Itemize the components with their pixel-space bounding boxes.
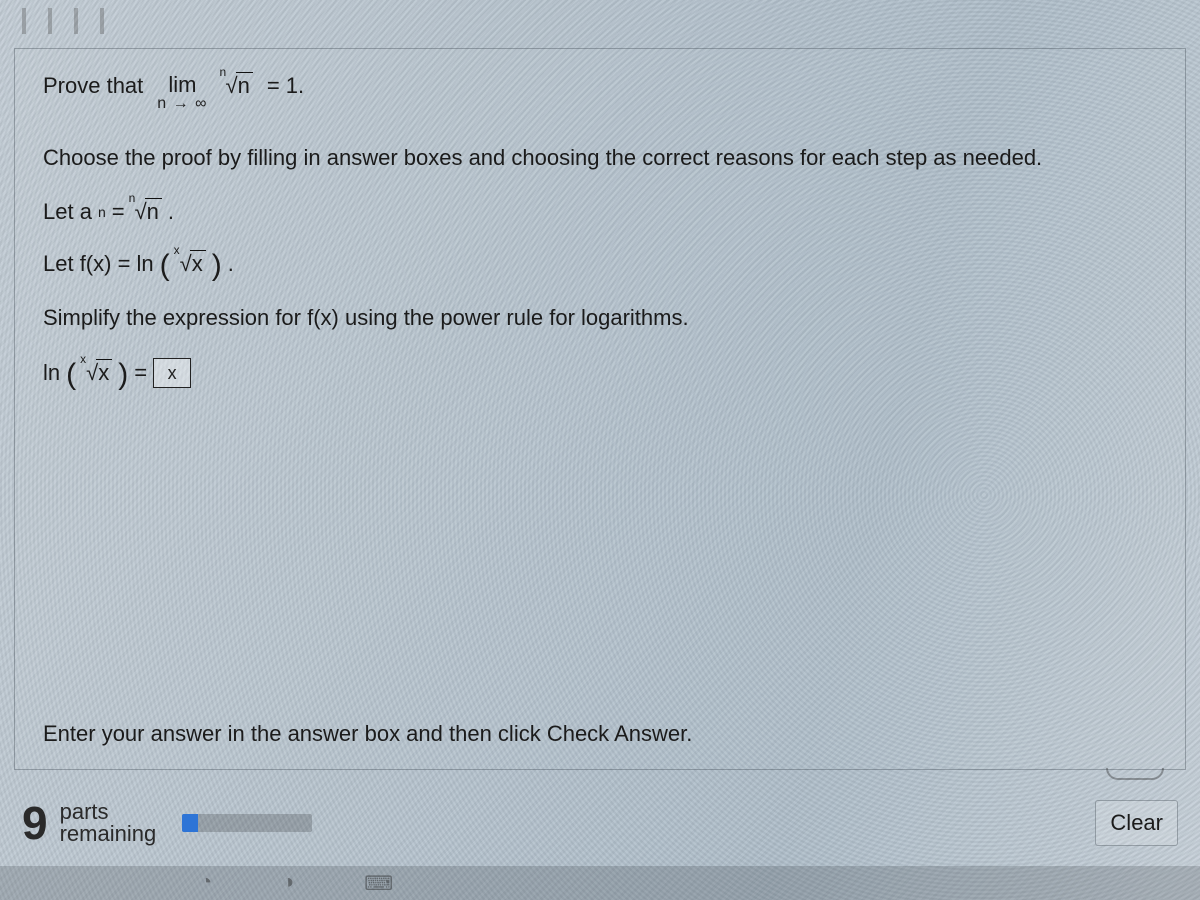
clear-button[interactable]: Clear xyxy=(1095,800,1178,846)
let-fx-prefix: Let f(x) = ln xyxy=(43,251,154,277)
parts-label-top: parts xyxy=(60,801,157,823)
let-an-suffix: . xyxy=(168,199,174,225)
question-panel: Prove that lim n → ∞ n √n = 1. Choose th… xyxy=(14,48,1186,770)
prove-statement: Prove that lim n → ∞ n √n = 1. xyxy=(43,73,1157,113)
panel-handle xyxy=(1106,768,1164,780)
root-radicand: n xyxy=(236,72,253,98)
nth-root-of-n: n √n xyxy=(221,73,252,99)
let-an-root: n √n xyxy=(131,199,162,225)
limit-subscript: n → ∞ xyxy=(157,96,207,113)
progress-bar xyxy=(182,814,312,832)
taskbar-icons: ◔ ◑ ⌨ xyxy=(200,871,393,896)
progress-fill xyxy=(182,814,198,832)
let-fx-root: x √x xyxy=(176,251,206,277)
equals-one: = 1. xyxy=(267,73,304,99)
limit-expression: lim n → ∞ xyxy=(157,73,207,113)
instruction-choose-proof: Choose the proof by filling in answer bo… xyxy=(43,143,1157,173)
taskbar-icon-3[interactable]: ⌨ xyxy=(364,871,393,896)
prove-prefix: Prove that xyxy=(43,73,143,99)
parts-label-bottom: remaining xyxy=(60,823,157,845)
os-taskbar: ◔ ◑ ⌨ xyxy=(0,866,1200,900)
step-simplify-instruction: Simplify the expression for f(x) using t… xyxy=(43,303,1157,333)
let-an-equals: = xyxy=(112,199,125,225)
parts-count: 9 xyxy=(22,796,48,850)
step-answer-line: ln ( x √x ) = x xyxy=(43,358,1157,388)
parts-label: parts remaining xyxy=(60,801,157,845)
root-index: n xyxy=(219,65,226,79)
taskbar-icon-2[interactable]: ◑ xyxy=(282,871,294,896)
answer-ln-prefix: ln xyxy=(43,360,60,386)
answer-root: x √x xyxy=(82,360,112,386)
let-fx-suffix: . xyxy=(228,251,234,277)
parts-remaining-block: 9 parts remaining xyxy=(22,796,312,850)
window-frame-marks xyxy=(22,8,104,34)
step-let-fx: Let f(x) = ln ( x √x ) . xyxy=(43,251,1157,277)
answer-equals: = xyxy=(134,360,147,386)
footer-bar: 9 parts remaining Clear xyxy=(0,786,1200,860)
let-an-prefix: Let a xyxy=(43,199,92,225)
clear-button-label: Clear xyxy=(1110,810,1163,836)
instruction-enter-answer: Enter your answer in the answer box and … xyxy=(43,721,692,747)
limit-word: lim xyxy=(168,73,196,96)
taskbar-icon-1[interactable]: ◔ xyxy=(200,871,212,896)
step-let-an: Let an = n √n . xyxy=(43,199,1157,225)
answer-input[interactable]: x xyxy=(153,358,191,388)
